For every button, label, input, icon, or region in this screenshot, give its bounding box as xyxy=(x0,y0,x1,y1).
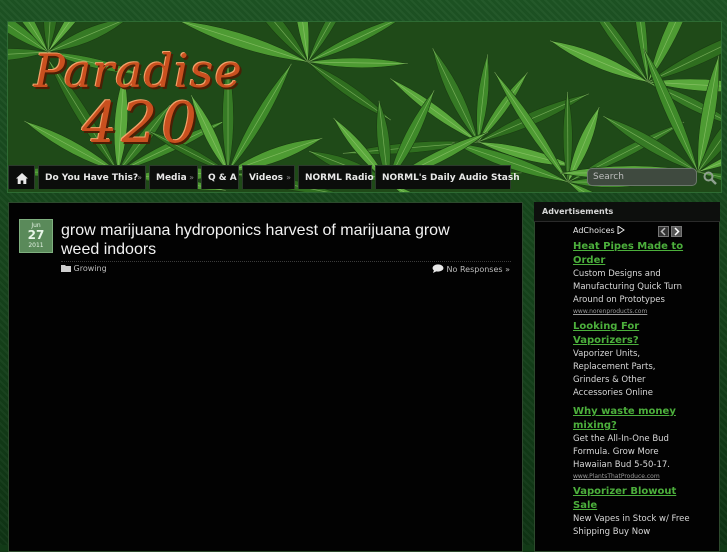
ad-headline[interactable]: Why waste money mixing? xyxy=(573,405,693,433)
post-title[interactable]: grow marijuana hydroponics harvest of ma… xyxy=(61,221,481,259)
ad-item[interactable]: Heat Pipes Made to Order Custom Designs … xyxy=(573,240,693,317)
chevron-down-icon: » xyxy=(286,166,291,190)
ad-headline[interactable]: Vaporizer Blowout Sale xyxy=(573,485,693,513)
ad-url[interactable]: www.norenproducts.com xyxy=(573,307,693,317)
chevron-right-icon xyxy=(672,227,681,236)
ad-body: New Vapes in Stock w/ Free Shipping Buy … xyxy=(573,513,693,539)
post-category: Growing xyxy=(61,264,107,273)
adchoices-play-icon xyxy=(617,226,625,234)
post-comments-link[interactable]: No Responses » xyxy=(447,265,510,274)
post-date-day: 27 xyxy=(20,229,52,242)
nav-do-you-have-this[interactable]: Do You Have This? » xyxy=(38,165,146,189)
nav-label: Videos xyxy=(249,173,283,183)
home-icon xyxy=(16,173,28,184)
ad-item[interactable]: Looking For Vaporizers? Vaporizer Units,… xyxy=(573,320,693,400)
search-input[interactable]: Search xyxy=(587,168,697,186)
chevron-down-icon: » xyxy=(189,166,194,190)
adchoices-label[interactable]: AdChoices xyxy=(573,226,625,235)
post-date-badge: Jun 27 2011 xyxy=(19,219,53,253)
sidebar-heading: Advertisements xyxy=(534,202,720,222)
nav-label: Q & A xyxy=(208,173,237,183)
nav-q-and-a[interactable]: Q & A xyxy=(201,165,239,189)
nav-norml-radio[interactable]: NORML Radio xyxy=(298,165,372,189)
logo-text-line1: Paradise xyxy=(34,48,243,94)
nav-media[interactable]: Media » xyxy=(149,165,198,189)
post-comments: No Responses » xyxy=(432,264,510,274)
ad-item[interactable]: Why waste money mixing? Get the All-In-O… xyxy=(573,405,693,482)
nav-label: Do You Have This? xyxy=(45,173,138,183)
post-category-link[interactable]: Growing xyxy=(74,264,107,273)
ad-next-button[interactable] xyxy=(671,226,682,237)
chevron-left-icon xyxy=(659,227,668,236)
adchoices-text: AdChoices xyxy=(573,226,615,235)
nav-label: NORML's Daily Audio Stash xyxy=(382,173,520,183)
ad-item[interactable]: Vaporizer Blowout Sale New Vapes in Stoc… xyxy=(573,485,693,539)
folder-icon xyxy=(61,264,71,272)
ad-prev-button[interactable] xyxy=(658,226,669,237)
search-icon[interactable] xyxy=(703,171,717,185)
ad-body: Get the All-In-One Bud Formula. Grow Mor… xyxy=(573,433,693,472)
nav-home[interactable] xyxy=(8,165,35,189)
ad-headline[interactable]: Heat Pipes Made to Order xyxy=(573,240,693,268)
nav-label: NORML Radio xyxy=(305,173,374,183)
ad-body: Vaporizer Units, Replacement Parts, Grin… xyxy=(573,348,693,400)
post-date-year: 2011 xyxy=(20,242,52,249)
ad-url[interactable]: www.PlantsThatProduce.com xyxy=(573,472,693,482)
nav-label: Media xyxy=(156,173,187,183)
site-logo[interactable]: Paradise 420 xyxy=(34,48,243,152)
chevron-down-icon: » xyxy=(137,166,142,190)
logo-text-line2: 420 xyxy=(82,96,243,152)
comment-bubble-icon xyxy=(432,264,444,273)
ad-body: Custom Designs and Manufacturing Quick T… xyxy=(573,268,693,307)
post-title-divider xyxy=(61,261,511,262)
nav-normls-daily-audio-stash[interactable]: NORML's Daily Audio Stash xyxy=(375,165,511,189)
ad-headline[interactable]: Looking For Vaporizers? xyxy=(573,320,693,348)
nav-videos[interactable]: Videos » xyxy=(242,165,295,189)
